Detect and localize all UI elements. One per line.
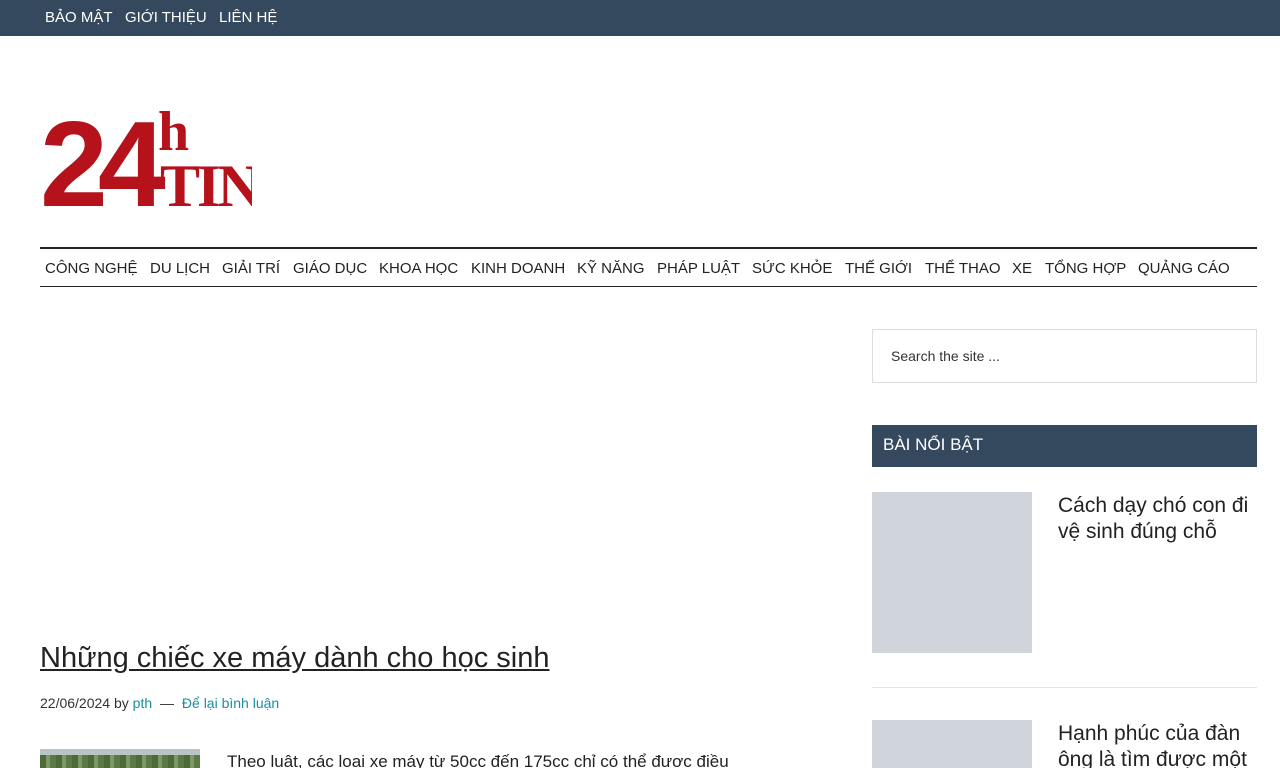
featured-thumbnail-1[interactable] (872, 492, 1032, 653)
logo-graphic: 24 h TIN (40, 96, 263, 232)
nav-item-ky-nang[interactable]: KỸ NĂNG (577, 260, 645, 277)
logo-tin: TIN (160, 153, 252, 212)
post-meta-separator: — (160, 695, 175, 711)
nav-item-tong-hop[interactable]: TỔNG HỢP (1045, 260, 1126, 277)
post-comments-link[interactable]: Để lại bình luận (182, 695, 279, 711)
nav-item-xe[interactable]: XE (1012, 260, 1032, 277)
nav-item-khoa-hoc[interactable]: KHOA HỌC (379, 260, 458, 277)
main-nav: CÔNG NGHỆ DU LỊCH GIẢI TRÍ GIÁO DỤC KHOA… (40, 247, 1257, 287)
topbar-link-lien-he[interactable]: LIÊN HỆ (219, 9, 277, 26)
search-box (872, 329, 1257, 383)
topbar-link-gioi-thieu[interactable]: GIỚI THIỆU (125, 9, 207, 26)
nav-item-the-thao[interactable]: THỂ THAO (925, 260, 1001, 277)
post-excerpt: Theo luật, các loại xe máy từ 50cc đến 1… (227, 752, 729, 768)
post-meta: 22/06/2024 by pth — Để lại bình luận (40, 695, 279, 711)
nav-item-phap-luat[interactable]: PHÁP LUẬT (657, 260, 740, 277)
featured-divider (872, 687, 1257, 688)
featured-widget-title: BÀI NỔI BẬT (872, 425, 1257, 467)
nav-item-cong-nghe[interactable]: CÔNG NGHỆ (45, 260, 138, 277)
topbar-link-bao-mat[interactable]: BẢO MẬT (45, 9, 113, 26)
post-thumbnail[interactable] (40, 749, 200, 768)
nav-item-suc-khoe[interactable]: SỨC KHỎE (752, 260, 832, 277)
nav-item-quang-cao[interactable]: QUẢNG CÁO (1138, 260, 1230, 277)
nav-item-giai-tri[interactable]: GIẢI TRÍ (222, 260, 280, 277)
post-title[interactable]: Những chiếc xe máy dành cho học sinh (40, 642, 549, 675)
nav-item-kinh-doanh[interactable]: KINH DOANH (471, 260, 565, 277)
featured-title-1[interactable]: Cách dạy chó con đi vệ sinh đúng chỗ (1058, 493, 1258, 545)
nav-item-the-gioi[interactable]: THẾ GIỚI (845, 260, 912, 277)
nav-item-du-lich[interactable]: DU LỊCH (150, 260, 210, 277)
featured-thumbnail-2[interactable] (872, 720, 1032, 768)
logo-24: 24 (40, 96, 166, 212)
featured-title-2[interactable]: Hạnh phúc của đàn ông là tìm được một (1058, 721, 1258, 768)
post-date: 22/06/2024 (40, 695, 111, 711)
nav-item-giao-duc[interactable]: GIÁO DỤC (293, 260, 367, 277)
top-bar: BẢO MẬT GIỚI THIỆU LIÊN HỆ (0, 0, 1280, 36)
search-input[interactable] (873, 330, 1256, 382)
site-logo[interactable]: 24 h TIN (40, 96, 263, 232)
post-author-link[interactable]: pth (133, 695, 152, 711)
thumbnail-foliage (40, 755, 200, 768)
post-by-label: by (113, 695, 129, 711)
